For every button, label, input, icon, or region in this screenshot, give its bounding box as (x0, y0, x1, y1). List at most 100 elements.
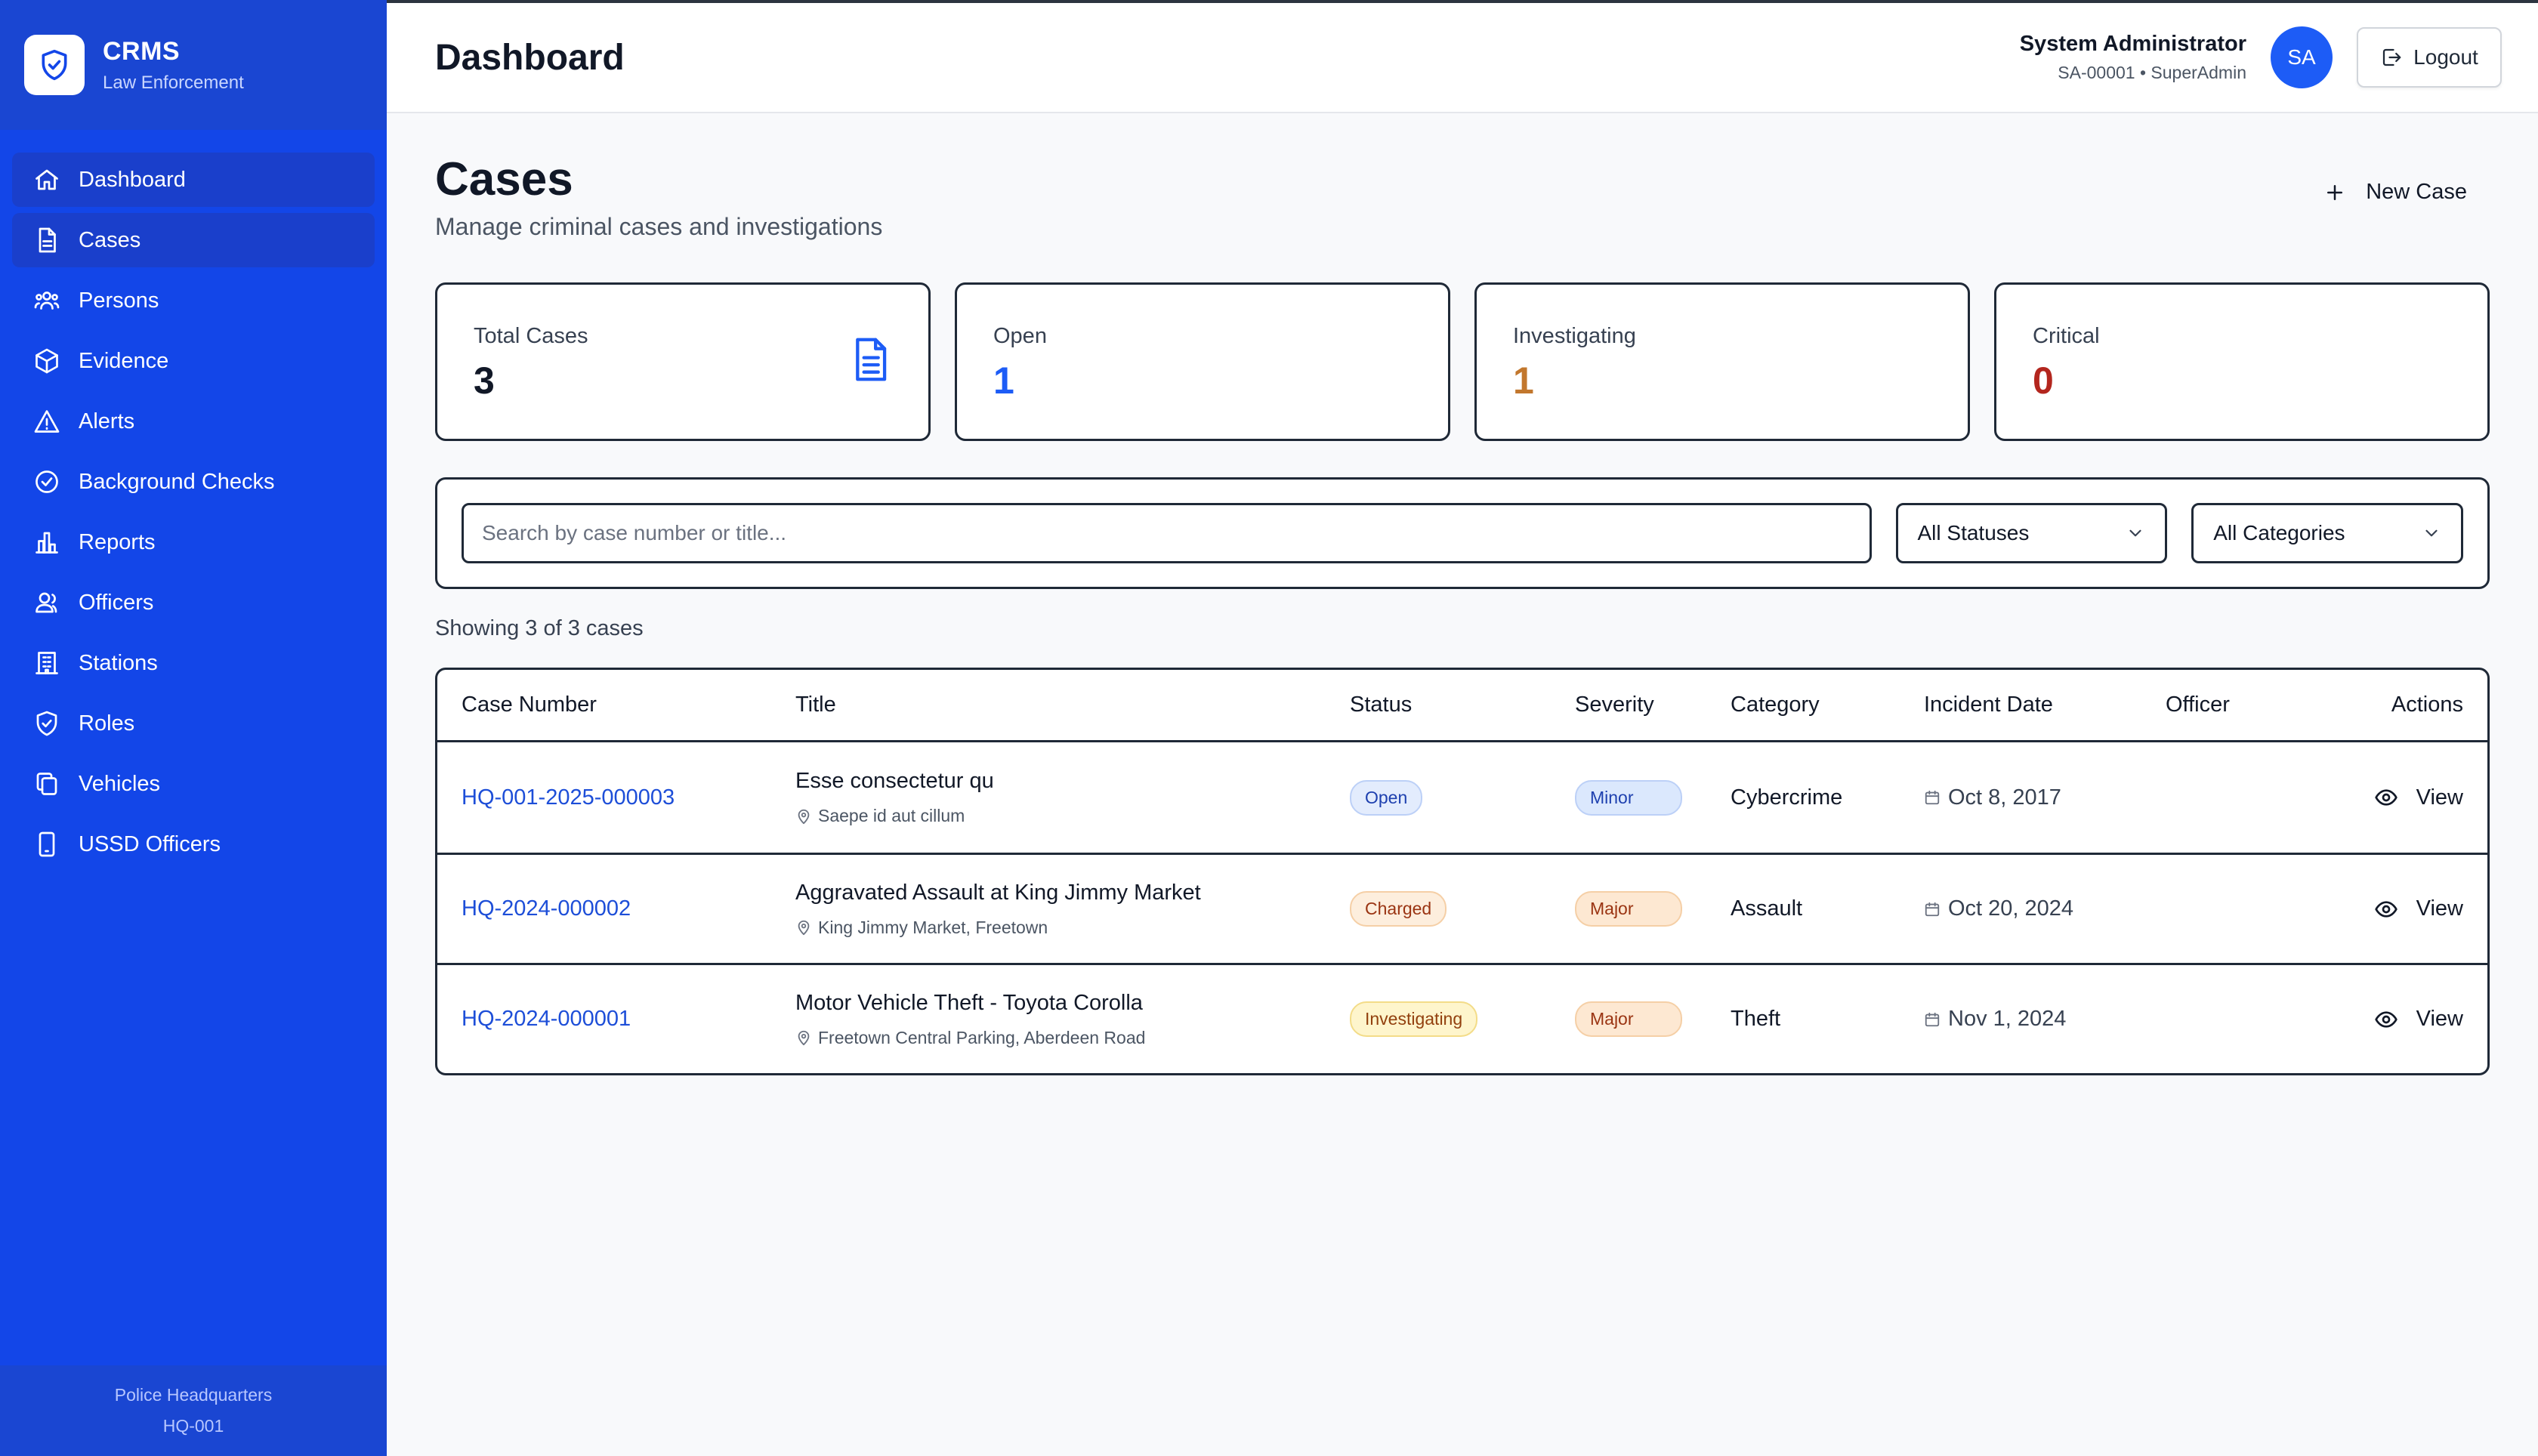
building-icon (32, 648, 62, 678)
case-number-link[interactable]: HQ-001-2025-000003 (462, 785, 675, 810)
copy-icon (32, 769, 62, 799)
check-circle-icon (32, 467, 62, 497)
new-case-button[interactable]: New Case (2323, 180, 2467, 205)
sidebar-item-cases[interactable]: Cases (12, 213, 375, 267)
category-cell: Theft (1731, 1007, 1781, 1031)
avatar[interactable]: SA (2271, 26, 2333, 88)
incident-date-cell: Nov 1, 2024 (1924, 1007, 2066, 1032)
eye-icon (2374, 789, 2398, 806)
case-title: Aggravated Assault at King Jimmy Market (795, 880, 1201, 905)
case-title: Motor Vehicle Theft - Toyota Corolla (795, 990, 1143, 1015)
logout-label: Logout (2413, 45, 2478, 69)
case-number-link[interactable]: HQ-2024-000001 (462, 1007, 631, 1032)
station-code: HQ-001 (162, 1416, 224, 1436)
stat-label: Open (993, 324, 1047, 348)
sidebar-item-reports[interactable]: Reports (12, 515, 375, 569)
incident-date-cell: Oct 20, 2024 (1924, 896, 2073, 921)
table-header: Case Number Title Status Severity Catego… (437, 670, 2487, 742)
chevron-down-icon (2129, 529, 2141, 537)
eye-icon (2374, 900, 2398, 918)
incident-date: Oct 8, 2017 (1948, 785, 2061, 810)
stat-label: Investigating (1513, 324, 1636, 348)
cases-table: Case Number Title Status Severity Catego… (435, 668, 2490, 1075)
view-button[interactable]: View (2374, 785, 2463, 810)
severity-badge: Major (1575, 891, 1682, 927)
stat-card-critical: Critical 0 (1994, 282, 2490, 441)
results-count: Showing 3 of 3 cases (435, 616, 644, 640)
case-number-link[interactable]: HQ-2024-000002 (462, 896, 631, 921)
column-header: Category (1731, 693, 1820, 717)
user-meta: SA-00001 • SuperAdmin (2058, 63, 2246, 82)
stat-label: Total Cases (474, 324, 588, 348)
stat-label: Critical (2033, 324, 2100, 348)
category-cell: Cybercrime (1731, 785, 1843, 810)
sidebar-item-label: Dashboard (79, 167, 186, 192)
document-icon (848, 336, 892, 387)
case-location: Saepe id aut cillum (818, 806, 965, 825)
sidebar-item-label: Background Checks (79, 469, 275, 494)
users-icon (32, 285, 62, 316)
stat-card-investigating: Investigating 1 (1474, 282, 1970, 441)
sidebar-item-background-checks[interactable]: Background Checks (12, 455, 375, 509)
severity-badge: Minor (1575, 779, 1682, 816)
column-header: Case Number (462, 693, 597, 717)
calendar-icon (1925, 902, 1940, 916)
sidebar-item-officers[interactable]: Officers (12, 575, 375, 630)
status-select[interactable]: All Statuses (1895, 503, 2168, 563)
header-title: Dashboard (435, 37, 625, 78)
severity-badge: Major (1575, 1001, 1682, 1037)
table-row: HQ-2024-000001 Motor Vehicle Theft - Toy… (437, 963, 2487, 1073)
sidebar-item-roles[interactable]: Roles (12, 696, 375, 751)
sidebar-item-alerts[interactable]: Alerts (12, 394, 375, 449)
map-pin-icon (798, 1030, 810, 1046)
sidebar-item-label: USSD Officers (79, 831, 221, 856)
page-subtitle: Manage criminal cases and investigations (435, 213, 883, 240)
map-pin-icon (798, 809, 810, 824)
search-input[interactable] (462, 503, 1872, 563)
sidebar-item-vehicles[interactable]: Vehicles (12, 757, 375, 811)
sidebar-item-persons[interactable]: Persons (12, 273, 375, 328)
logout-icon (2383, 48, 2401, 66)
sidebar-item-label: Persons (79, 288, 159, 313)
stat-card-open: Open 1 (955, 282, 1450, 441)
stat-value: 0 (2033, 359, 2054, 402)
shield-check-icon (24, 35, 85, 95)
sidebar-item-stations[interactable]: Stations (12, 636, 375, 690)
column-header: Status (1350, 693, 1413, 717)
case-title-cell: Aggravated Assault at King Jimmy Market … (795, 881, 1201, 938)
officers-icon (32, 588, 62, 618)
case-title: Esse consectetur qu (795, 769, 994, 793)
sidebar-footer: Police Headquarters HQ-001 (0, 1365, 387, 1456)
column-header: Officer (2166, 693, 2230, 717)
cube-icon (32, 346, 62, 376)
case-location: King Jimmy Market, Freetown (818, 917, 1048, 937)
sidebar-item-dashboard[interactable]: Dashboard (12, 153, 375, 207)
brand-subtitle: Law Enforcement (103, 72, 244, 93)
category-select[interactable]: All Categories (2191, 503, 2463, 563)
category-cell: Assault (1731, 896, 1803, 921)
view-button[interactable]: View (2374, 896, 2463, 921)
brand-title: CRMS (103, 36, 181, 66)
calendar-icon (1925, 1012, 1940, 1026)
home-icon (32, 165, 62, 195)
stat-value: 1 (993, 359, 1014, 402)
stats-row: Total Cases 3 Open 1 Investigating 1 Cri… (435, 282, 2490, 441)
sidebar-item-label: Reports (79, 529, 156, 554)
user-name: System Administrator (2019, 32, 2246, 56)
incident-date: Nov 1, 2024 (1948, 1007, 2067, 1031)
stat-value: 1 (1513, 359, 1534, 402)
logout-button[interactable]: Logout (2357, 27, 2502, 88)
sidebar-nav: Dashboard Cases Persons Evidence Alerts (0, 130, 387, 871)
sidebar-item-label: Alerts (79, 409, 135, 433)
sidebar: CRMS Law Enforcement Dashboard Cases Per… (0, 0, 387, 1456)
sidebar-item-ussd-officers[interactable]: USSD Officers (12, 817, 375, 871)
table-row: HQ-2024-000002 Aggravated Assault at Kin… (437, 853, 2487, 963)
bar-chart-icon (32, 527, 62, 557)
table-row: HQ-001-2025-000003 Esse consectetur qu S… (437, 742, 2487, 853)
view-button[interactable]: View (2374, 1007, 2463, 1032)
status-badge: Open (1350, 779, 1423, 816)
case-title-cell: Esse consectetur qu Saepe id aut cillum (795, 769, 994, 826)
sidebar-item-label: Roles (79, 711, 135, 736)
sidebar-item-evidence[interactable]: Evidence (12, 334, 375, 388)
filter-bar: All Statuses All Categories (435, 477, 2490, 589)
